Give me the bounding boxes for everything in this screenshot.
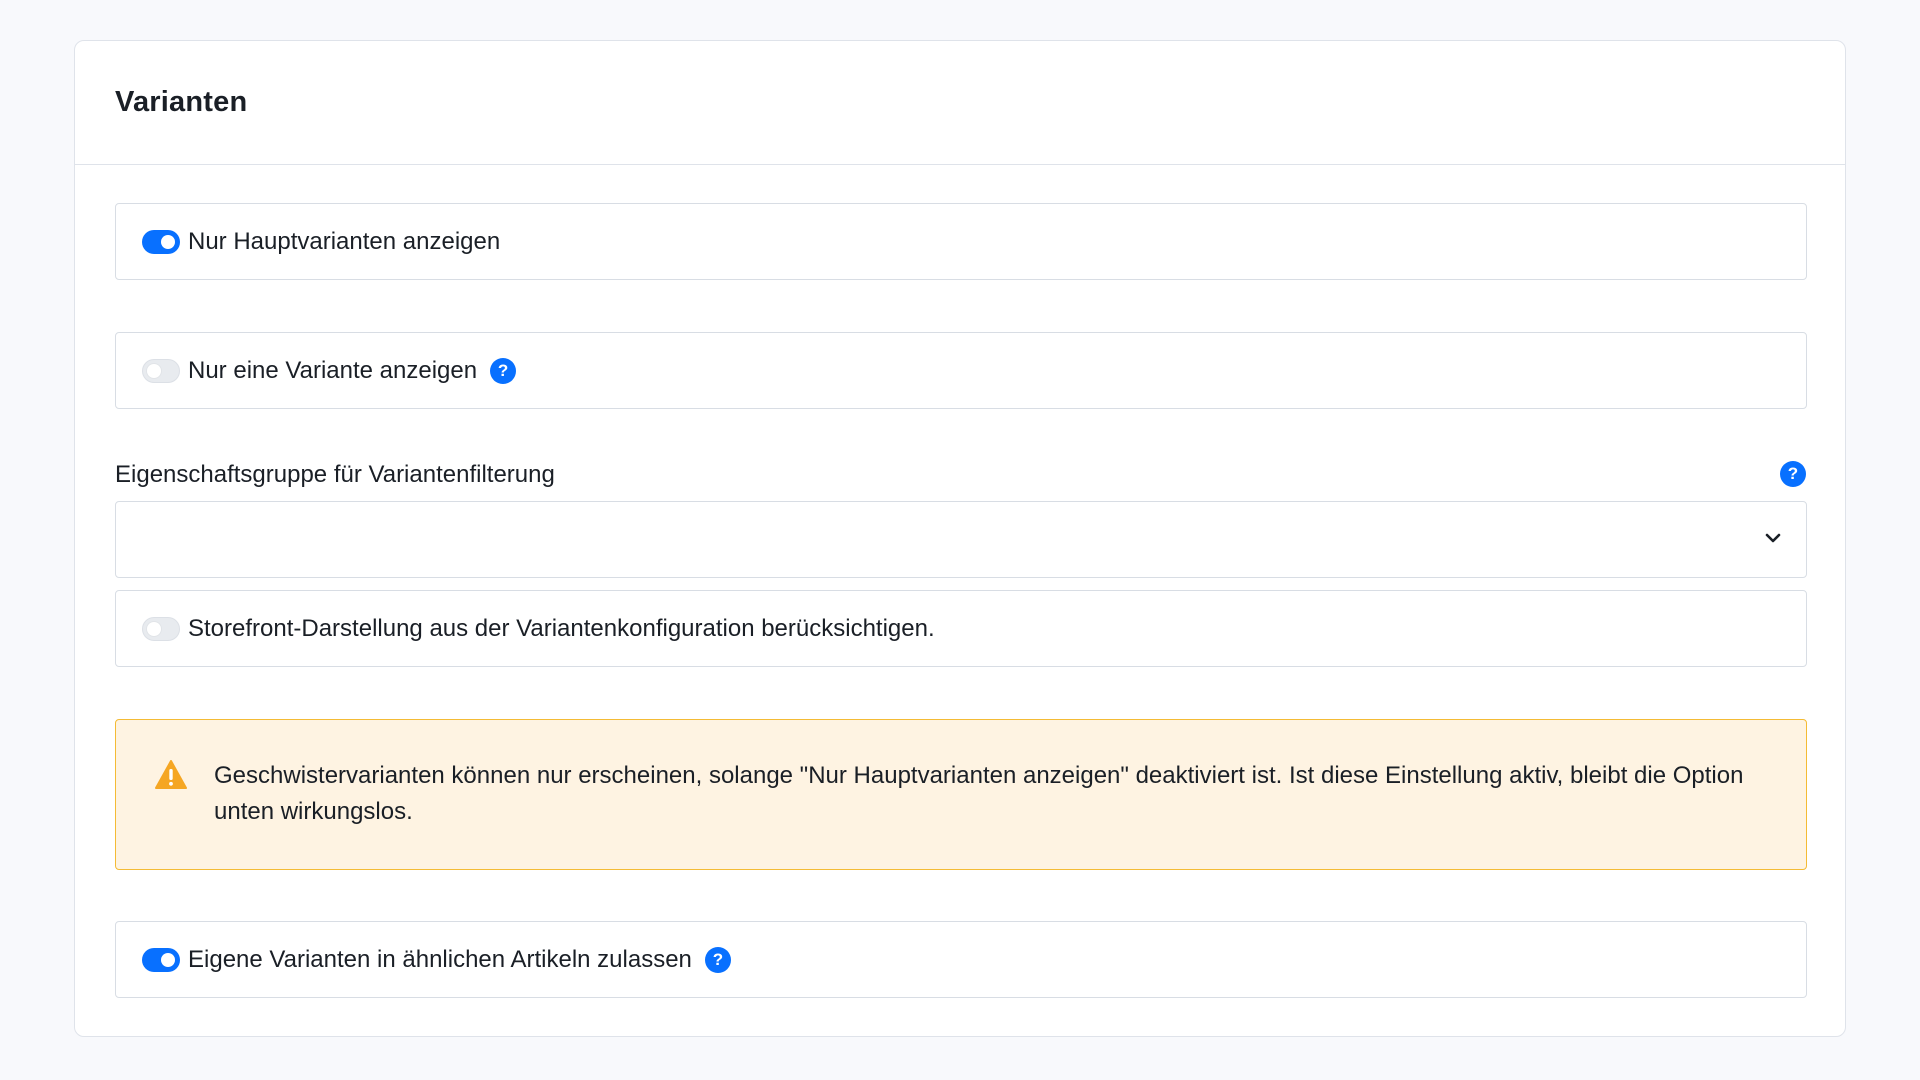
help-icon[interactable]: ?: [1780, 461, 1806, 487]
card-title: Varianten: [115, 86, 248, 118]
storefront-presentation-setting: Storefront-Darstellung aus der Varianten…: [115, 590, 1807, 667]
own-variants-similar-toggle[interactable]: [142, 947, 180, 972]
single-variant-setting: Nur eine Variante anzeigen ?: [115, 332, 1807, 409]
toggle-knob: [161, 234, 175, 249]
main-variants-setting: Nur Hauptvarianten anzeigen: [115, 203, 1807, 280]
single-variant-toggle[interactable]: [142, 358, 180, 383]
main-variants-toggle[interactable]: [142, 229, 180, 254]
warning-alert: Geschwistervarianten können nur erschein…: [115, 719, 1807, 870]
warning-icon: [155, 760, 187, 789]
variants-card: Varianten Nur Hauptvarianten anzeigen Nu…: [74, 40, 1846, 1037]
own-variants-similar-label: Eigene Varianten in ähnlichen Artikeln z…: [188, 945, 692, 973]
help-icon[interactable]: ?: [490, 357, 517, 384]
single-variant-label: Nur eine Variante anzeigen: [188, 356, 478, 384]
storefront-presentation-label: Storefront-Darstellung aus der Varianten…: [188, 614, 935, 642]
property-group-select[interactable]: [115, 501, 1807, 578]
property-group-label: Eigenschaftsgruppe für Variantenfilterun…: [115, 461, 555, 488]
toggle-knob: [147, 363, 161, 378]
main-variants-label: Nur Hauptvarianten anzeigen: [188, 227, 501, 255]
help-icon[interactable]: ?: [704, 946, 731, 973]
toggle-knob: [147, 621, 161, 636]
warning-text: Geschwistervarianten können nur erschein…: [214, 762, 1744, 825]
card-header: Varianten: [75, 41, 1845, 165]
chevron-down-icon: [1765, 533, 1781, 543]
storefront-presentation-toggle[interactable]: [142, 616, 180, 641]
toggle-knob: [161, 952, 175, 967]
own-variants-similar-setting: Eigene Varianten in ähnlichen Artikeln z…: [115, 921, 1807, 998]
